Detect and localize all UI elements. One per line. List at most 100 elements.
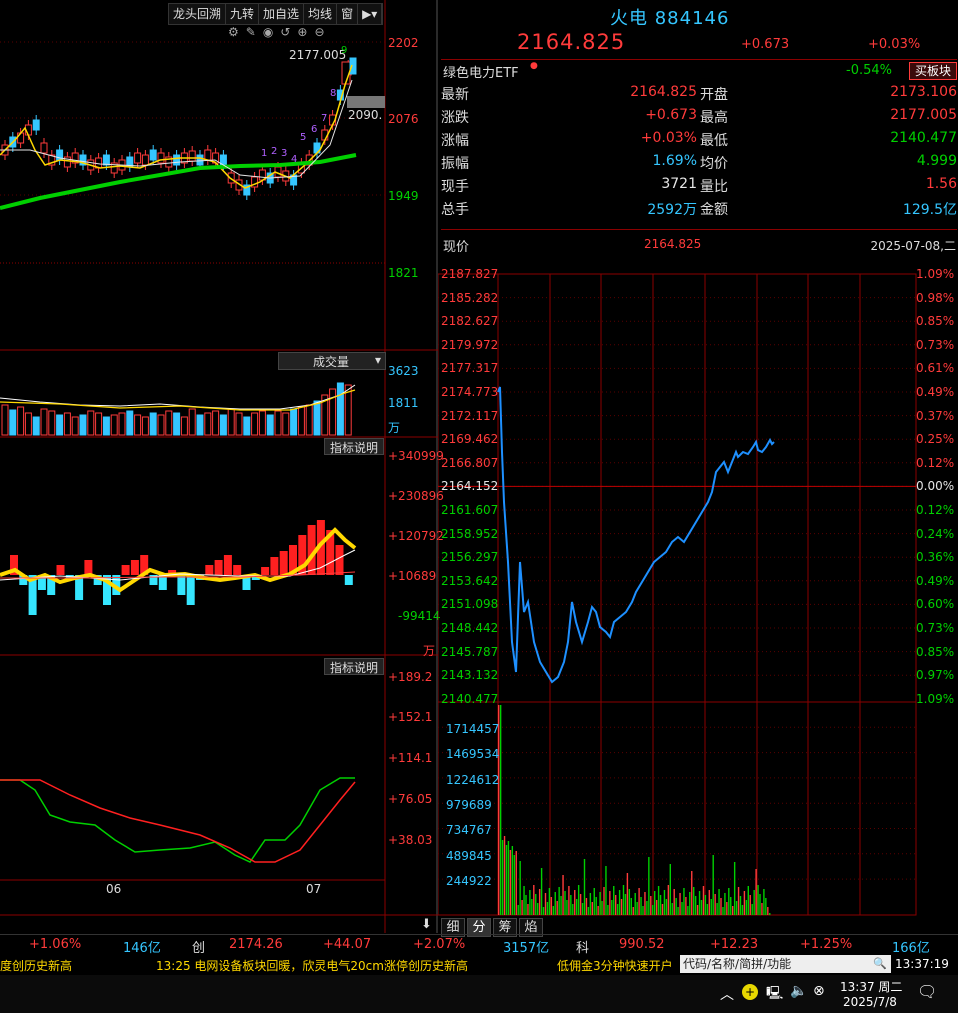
index-b-pct: +2.07% <box>413 937 466 952</box>
intraday-volume-bar <box>640 897 642 915</box>
search-icon[interactable]: 🔍 <box>873 955 887 973</box>
intraday-label: 现价 <box>443 240 470 255</box>
quote-label: 涨幅 <box>441 133 469 149</box>
intraday-volume-bar <box>634 893 636 915</box>
intraday-volume-bar <box>618 890 621 915</box>
intraday-pct-tick: 0.36% <box>916 550 955 565</box>
etf-buy-button[interactable]: 买板块 <box>909 62 957 80</box>
intraday-volume-bar <box>552 906 554 915</box>
intraday-volume-bar <box>720 898 722 915</box>
volume-bars <box>1 382 352 436</box>
zoom-out-icon[interactable]: ⊖ <box>314 25 331 39</box>
toolbar-add-watch-button[interactable]: 加自选 <box>259 4 305 24</box>
zoom-in-icon[interactable]: ⊕ <box>297 25 314 39</box>
etf-name[interactable]: 绿色电力ETF <box>443 62 519 81</box>
intraday-price-tick: 2148.442 <box>441 621 499 635</box>
ticker-item-3[interactable]: 低佣金3分钟快速开户 <box>557 957 673 974</box>
intraday-volume-bar <box>726 902 728 915</box>
index-c-chg: +12.23 <box>710 937 759 952</box>
intraday-volume-bar <box>632 907 634 915</box>
toolbar-longtou-button[interactable]: 龙头回溯 <box>169 4 227 24</box>
intraday-volume-bar <box>538 889 541 915</box>
etf-row[interactable]: 绿色电力ETF ● -0.54% 买板块 <box>441 61 957 81</box>
intraday-volume-bar <box>710 899 712 915</box>
quote-label: 最新 <box>441 87 469 103</box>
chevron-up-icon[interactable]: ︿ <box>720 984 734 1004</box>
volume-bar <box>173 412 181 436</box>
refresh-icon[interactable]: ↺ <box>280 25 297 39</box>
indicator-help-button-2[interactable]: 指标说明 <box>324 658 384 675</box>
intraday-price-tick: 2182.627 <box>441 314 499 329</box>
taskbar-date[interactable]: 2025/7/8 <box>843 995 897 1009</box>
notification-icon[interactable]: 🗨 <box>917 982 937 1001</box>
intraday-volume-tick: 1469534 <box>446 747 500 762</box>
quote-value: 3721 <box>661 176 697 192</box>
intraday-price-tick: 2164.152 <box>441 479 499 494</box>
volume-bar <box>40 408 48 436</box>
intraday-volume-bar <box>542 907 545 915</box>
intraday-pct-tick: 0.49% <box>916 573 955 588</box>
pen-icon[interactable]: ✎ <box>246 25 263 39</box>
kline-tool-icons: ⚙✎◉↺⊕⊖ <box>228 25 332 39</box>
intraday-volume-bar <box>595 897 597 915</box>
intraday-volume-bar <box>765 898 767 915</box>
close-circle-icon[interactable]: ⊗ <box>813 983 825 999</box>
kline-chart-svg <box>0 0 438 933</box>
quote-title: 火电 884146 <box>610 4 729 30</box>
index-bar[interactable]: +1.06% 146亿 创 2174.26 +44.07 +2.07% 3157… <box>0 934 958 956</box>
price-tick: 1821 <box>388 266 419 280</box>
kline-panel[interactable]: 龙头回溯 九转 加自选 均线 窗 ▶▾ ⚙✎◉↺⊕⊖ 2202 2076 194… <box>0 0 444 933</box>
download-icon[interactable]: ⬇ <box>421 917 432 932</box>
kline-high-label: 2177.005 <box>289 48 347 62</box>
news-ticker[interactable]: 度创历史新高 13:25 电网设备板块回暖，欣灵电气20cm涨停创历史新高 低佣… <box>0 955 680 975</box>
volume-bar <box>9 409 17 436</box>
indicator-help-button[interactable]: 指标说明 <box>324 438 384 455</box>
intraday-volume-bar <box>694 896 697 915</box>
toolbar-collapse-icon[interactable]: ▶▾ <box>358 4 383 24</box>
intraday-volume-bar <box>659 895 662 915</box>
etf-pct: -0.54% <box>846 63 892 78</box>
quote-label: 现手 <box>441 179 469 195</box>
intraday-volume-bar <box>735 901 738 915</box>
intraday-volume-bar <box>585 898 588 915</box>
intraday-volume-bar <box>739 896 742 915</box>
kline-toolbar: 龙头回溯 九转 加自选 均线 窗 ▶▾ <box>168 3 384 25</box>
macd-bar-pos <box>130 560 139 575</box>
quote-divider <box>441 59 957 60</box>
intraday-volume-bar <box>769 913 771 915</box>
ticker-item-1[interactable]: 度创历史新高 <box>0 957 72 974</box>
volume-bar <box>110 414 118 436</box>
intraday-pct-tick: 0.85% <box>916 314 955 329</box>
ticker-item-2[interactable]: 13:25 电网设备板块回暖，欣灵电气20cm涨停创历史新高 <box>156 957 468 974</box>
intraday-volume-bar <box>517 905 519 915</box>
eye-icon[interactable]: ◉ <box>263 25 280 39</box>
intraday-volume-bar <box>498 705 500 915</box>
volume-icon[interactable]: 🔈 <box>790 983 807 999</box>
intraday-volume-bar <box>509 850 512 915</box>
macd-bar-pos <box>56 565 65 575</box>
intraday-volume-bar <box>757 885 759 915</box>
toolbar-ma-button[interactable]: 均线 <box>304 4 338 24</box>
volume-bar <box>313 400 321 436</box>
volume-title-dropdown[interactable]: 成交量 ▾ <box>278 352 386 370</box>
network-icon[interactable]: 🖳 <box>766 984 783 1006</box>
intraday-volume-bar <box>597 906 599 915</box>
toolbar-jiuzhuan-button[interactable]: 九转 <box>226 4 260 24</box>
macd-unit: 万 <box>423 644 436 658</box>
macd-bar-neg <box>177 575 186 595</box>
volume-ma-yellow <box>0 389 356 411</box>
nine-turn-7: 7 <box>321 113 328 124</box>
volume-bar <box>71 416 79 436</box>
nine-turn-3: 3 <box>281 148 288 159</box>
intraday-price-tick: 2174.773 <box>441 385 499 399</box>
nine-turn-2: 2 <box>271 146 278 157</box>
month-label-07: 07 <box>306 882 322 896</box>
intraday-pct-tick: 0.25% <box>916 432 955 447</box>
settings-icon[interactable]: ⚙ <box>228 25 246 39</box>
app-tray-icon[interactable]: + <box>742 984 758 1000</box>
search-input[interactable]: 代码/名称/简拼/功能 🔍 <box>680 955 891 973</box>
intraday-volume-bar <box>665 899 668 915</box>
toolbar-window-button[interactable]: 窗 <box>337 4 359 24</box>
taskbar-time[interactable]: 13:37 周二 <box>840 978 902 995</box>
intraday-volume-bar <box>548 888 551 915</box>
